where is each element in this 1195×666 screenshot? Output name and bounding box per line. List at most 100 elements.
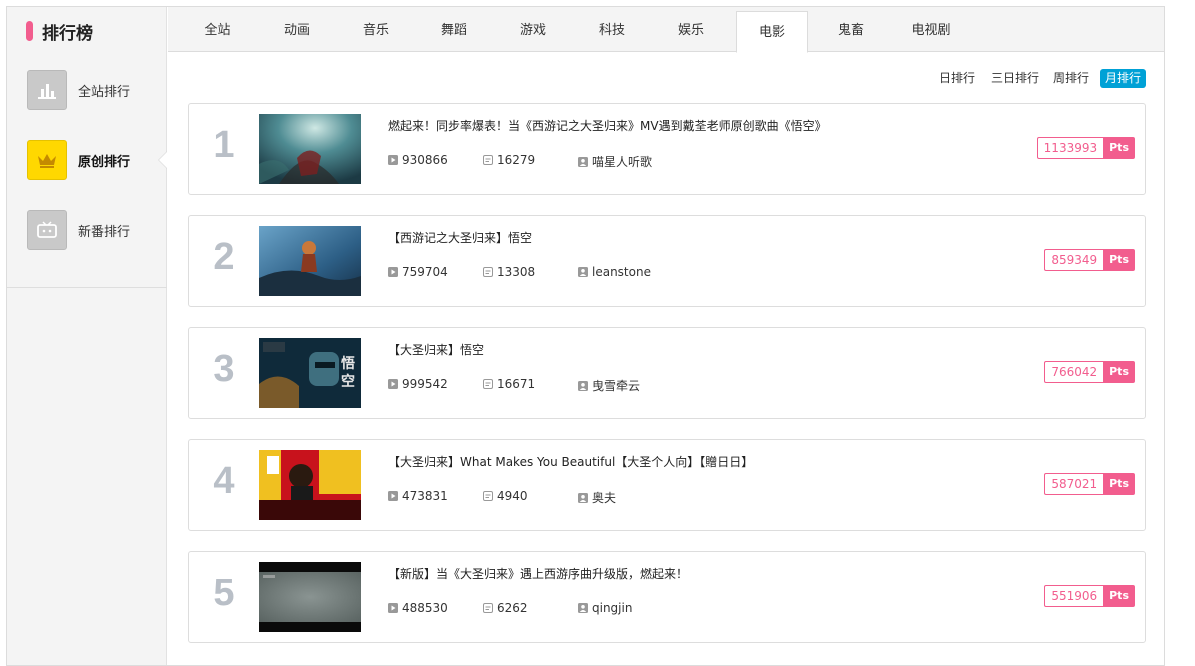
rank-item[interactable]: 2 【西游记之大圣归来】悟空 759704 13308 leanstone 85… [188, 215, 1146, 307]
rank-number: 3 [213, 348, 235, 390]
danmaku-count: 16279 [483, 153, 535, 167]
uploader-name: leanstone [592, 265, 651, 279]
uploader[interactable]: 喵星人听歌 [578, 153, 652, 170]
rank-number: 2 [213, 236, 235, 278]
video-title[interactable]: 【新版】当《大圣归来》遇上西游序曲升级版，燃起来！ [388, 565, 688, 582]
play-count: 999542 [388, 377, 448, 391]
sidebar-divider [7, 287, 167, 288]
video-thumbnail[interactable] [259, 114, 361, 184]
points-value: 859349 [1044, 249, 1104, 271]
tab-all[interactable]: 全站 [168, 7, 267, 52]
danmaku-count-value: 16279 [497, 153, 536, 167]
user-icon [578, 492, 588, 503]
video-thumbnail[interactable]: 悟 空 [259, 338, 361, 408]
sidebar-item-original-ranking[interactable]: 原创排行 [7, 125, 167, 195]
user-icon [578, 380, 588, 391]
rank-item[interactable]: 1 燃起来！同步率爆表！当《西游记之大圣归来》MV遇到戴荃老师原创歌曲《悟空》 … [188, 103, 1146, 195]
points-badge: 587021 Pts [1044, 473, 1135, 495]
danmaku-icon [483, 491, 493, 501]
video-title[interactable]: 燃起来！同步率爆表！当《西游记之大圣归来》MV遇到戴荃老师原创歌曲《悟空》 [388, 117, 827, 134]
points-unit: Pts [1103, 361, 1135, 383]
period-monthly[interactable]: 月排行 [1100, 69, 1146, 88]
uploader-name: 奥夫 [592, 491, 617, 505]
tab-kichiku[interactable]: 鬼畜 [811, 7, 891, 52]
play-count-value: 999542 [402, 377, 448, 391]
play-count: 488530 [388, 601, 448, 615]
play-icon [388, 603, 398, 613]
sidebar: 排行榜 全站排行 原创排行 新番排行 [7, 7, 167, 665]
points-badge: 1133993 Pts [1036, 137, 1135, 159]
tab-music[interactable]: 音乐 [336, 7, 416, 52]
video-title[interactable]: 【西游记之大圣归来】悟空 [388, 229, 532, 246]
bar-chart-icon [27, 70, 67, 110]
sidebar-item-anime-ranking[interactable]: 新番排行 [7, 195, 166, 265]
uploader-name: 曳雪牵云 [592, 379, 641, 393]
danmaku-icon [483, 603, 493, 613]
period-daily[interactable]: 日排行 [933, 69, 981, 88]
user-icon [578, 267, 588, 277]
points-value: 587021 [1044, 473, 1104, 495]
play-count-value: 473831 [402, 489, 448, 503]
ranking-panel: 排行榜 全站排行 原创排行 新番排行 全站 动画 音乐 舞蹈 游戏 科技 娱乐 … [6, 6, 1165, 666]
points-unit: Pts [1103, 585, 1135, 607]
user-icon [578, 156, 588, 167]
tab-tv-series[interactable]: 电视剧 [891, 7, 971, 52]
danmaku-count: 6262 [483, 601, 528, 615]
play-icon [388, 491, 398, 501]
danmaku-icon [483, 267, 493, 277]
uploader-name: 喵星人听歌 [592, 155, 653, 169]
uploader[interactable]: 曳雪牵云 [578, 377, 640, 394]
play-icon [388, 267, 398, 277]
rank-item[interactable]: 4 【大圣归来】What Makes You Beautiful【大圣个人向】【… [188, 439, 1146, 531]
tab-animation[interactable]: 动画 [257, 7, 337, 52]
play-icon [388, 155, 398, 165]
period-weekly[interactable]: 周排行 [1049, 69, 1093, 88]
sidebar-item-site-ranking[interactable]: 全站排行 [7, 55, 166, 125]
uploader[interactable]: qingjin [578, 601, 632, 615]
play-count: 930866 [388, 153, 448, 167]
uploader[interactable]: 奥夫 [578, 489, 616, 506]
points-badge: 766042 Pts [1044, 361, 1135, 383]
svg-text:悟: 悟 [341, 355, 355, 372]
rank-item[interactable]: 5 【新版】当《大圣归来》遇上西游序曲升级版，燃起来！ 488530 6262 … [188, 551, 1146, 643]
danmaku-count-value: 13308 [497, 265, 536, 279]
uploader-name: qingjin [592, 601, 633, 615]
tab-movie[interactable]: 电影 [736, 11, 808, 53]
points-value: 1133993 [1036, 137, 1104, 159]
svg-text:空: 空 [341, 373, 355, 390]
video-title[interactable]: 【大圣归来】悟空 [388, 341, 484, 358]
play-count-value: 488530 [402, 601, 448, 615]
period-three-day[interactable]: 三日排行 [987, 69, 1043, 88]
play-count-value: 930866 [402, 153, 448, 167]
tab-dance[interactable]: 舞蹈 [414, 7, 494, 52]
rank-item[interactable]: 3 悟 空 【大圣归来】悟空 999542 16671 曳雪牵云 766042 … [188, 327, 1146, 419]
rank-number: 4 [213, 460, 235, 502]
sidebar-header: 排行榜 [7, 7, 166, 55]
tab-tech[interactable]: 科技 [572, 7, 652, 52]
danmaku-icon [483, 379, 493, 389]
play-icon [388, 379, 398, 389]
tab-entertainment[interactable]: 娱乐 [651, 7, 731, 52]
rank-number: 5 [213, 572, 235, 614]
play-count: 473831 [388, 489, 448, 503]
points-unit: Pts [1103, 473, 1135, 495]
video-title[interactable]: 【大圣归来】What Makes You Beautiful【大圣个人向】【贈日… [388, 453, 753, 470]
crown-icon [27, 140, 67, 180]
sidebar-item-label: 全站排行 [78, 84, 131, 100]
tv-icon [27, 210, 67, 250]
tab-game[interactable]: 游戏 [493, 7, 573, 52]
video-thumbnail[interactable] [259, 226, 361, 296]
video-thumbnail[interactable] [259, 562, 361, 632]
title-marker [26, 21, 33, 41]
video-thumbnail[interactable] [259, 450, 361, 520]
play-count: 759704 [388, 265, 448, 279]
points-value: 766042 [1044, 361, 1104, 383]
danmaku-count-value: 4940 [497, 489, 528, 503]
points-badge: 859349 Pts [1044, 249, 1135, 271]
category-tabs: 全站 动画 音乐 舞蹈 游戏 科技 娱乐 电影 鬼畜 电视剧 [168, 7, 1164, 53]
sidebar-title: 排行榜 [42, 23, 93, 44]
play-count-value: 759704 [402, 265, 448, 279]
danmaku-icon [483, 155, 493, 165]
uploader[interactable]: leanstone [578, 265, 651, 279]
points-value: 551906 [1044, 585, 1104, 607]
